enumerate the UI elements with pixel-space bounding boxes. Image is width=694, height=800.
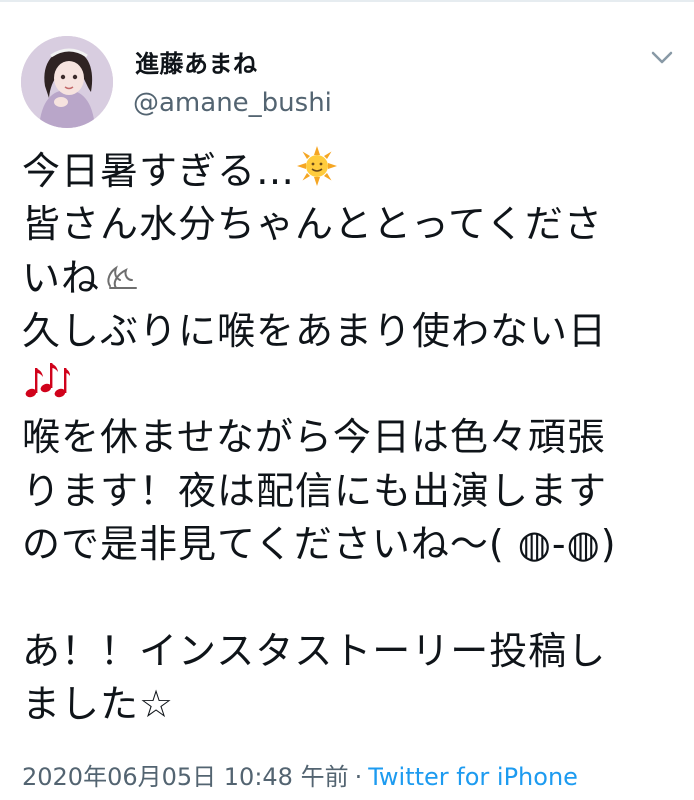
tweet-line: 今日暑すぎる… <box>22 145 672 198</box>
source-link[interactable]: Twitter for iPhone <box>368 763 578 791</box>
tweet-line: いね <box>22 252 672 305</box>
tweet-line: 久しぶりに喉をあまり使わない日 <box>22 305 672 358</box>
user-handle[interactable]: @amane_bushi <box>133 88 332 118</box>
tweet-line: ので是非見てくださいね〜( ◍-◍) <box>22 518 672 571</box>
tweet-line-text: ので是非見てくださいね〜( ◍-◍) <box>22 522 617 567</box>
water-drop-icon <box>102 253 142 306</box>
tweet-line-text: 久しぶりに喉をあまり使わない日 <box>22 308 608 353</box>
tweet-line: 喉を休ませながら今日は色々頑張 <box>22 411 672 464</box>
tweet-line: ります！夜は配信にも出演します <box>22 465 672 518</box>
sun-with-face-icon <box>297 146 338 200</box>
tweet-line-text: 喉を休ませながら今日は色々頑張 <box>22 415 606 460</box>
tweet-line <box>22 358 672 411</box>
tweet-line: ました☆ <box>22 678 672 731</box>
avatar-image <box>21 36 113 128</box>
tweet-line: あ！！インスタストーリー投稿し <box>22 625 672 678</box>
tweet-line-text: いね <box>22 255 101 300</box>
tweet-line-text: あ！！インスタストーリー投稿し <box>22 628 607 673</box>
tweet-line-text: ります！夜は配信にも出演します <box>22 468 608 513</box>
tweet-line-text: 今日暑すぎる… <box>22 149 296 193</box>
tweet-header: 進藤あまね @amane_bushi <box>0 0 694 130</box>
tweet-line: 皆さん水分ちゃんととってくださ <box>22 198 672 251</box>
chevron-down-icon[interactable] <box>650 50 674 66</box>
avatar[interactable] <box>21 36 113 128</box>
timestamp[interactable]: 2020年06月05日 10:48 午前 <box>22 763 349 791</box>
display-name[interactable]: 進藤あまね <box>135 44 258 79</box>
music-notes-icon <box>24 360 70 414</box>
tweet-line-text: 皆さん水分ちゃんととってくださ <box>22 202 603 247</box>
meta-separator: · <box>354 763 363 791</box>
tweet-text: 今日暑すぎる… 皆さん水分ちゃんととってくださ いね 久しぶりに喉をあまり使わな… <box>22 145 672 731</box>
tweet-line-text: ました☆ <box>22 681 175 726</box>
tweet-line <box>22 571 672 624</box>
tweet-meta: 2020年06月05日 10:48 午前 · Twitter for iPhone <box>22 757 578 792</box>
